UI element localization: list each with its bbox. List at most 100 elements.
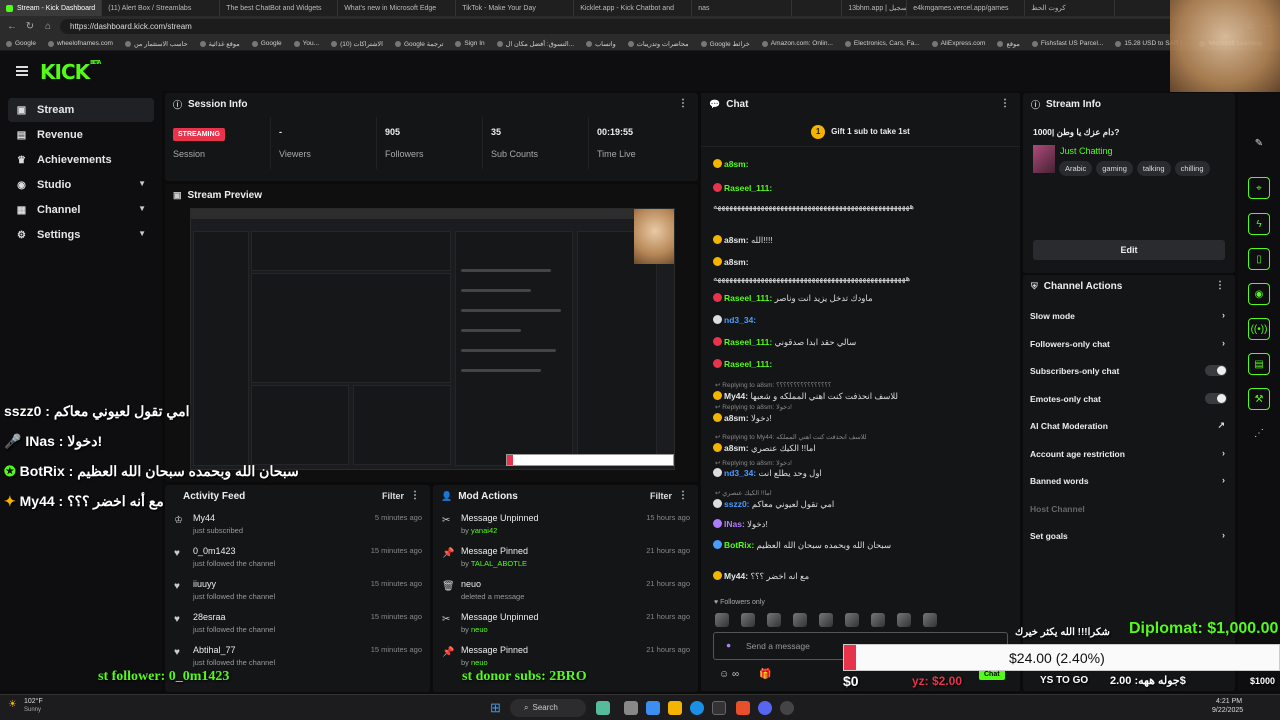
- taskbar-search[interactable]: ⌕ Search: [510, 699, 586, 717]
- channel-action-subscribers-only-chat[interactable]: Subscribers-only chat: [1023, 358, 1235, 386]
- sidebar-item-stream[interactable]: ▣ Stream: [8, 98, 154, 122]
- channel-action-slow-mode[interactable]: Slow mode ›: [1023, 303, 1235, 331]
- kebab-menu-icon[interactable]: ⋮: [1000, 98, 1010, 109]
- chat-message[interactable]: nd3_34:: [713, 315, 1013, 325]
- chat-message[interactable]: a8sm:: [713, 257, 1013, 267]
- chat-message[interactable]: a8sm: دخولا!: [713, 413, 1013, 424]
- avatar[interactable]: [741, 613, 755, 627]
- tag[interactable]: talking: [1136, 161, 1171, 176]
- toggle-switch[interactable]: [1205, 392, 1227, 404]
- browser-tab[interactable]: 13bhm.app | تسجيل: [842, 0, 908, 16]
- filter-button[interactable]: Filter: [650, 491, 672, 501]
- chat-message[interactable]: INas: دخولا!: [713, 519, 1013, 530]
- avatar[interactable]: [871, 613, 885, 627]
- pencil-icon[interactable]: ✎: [1248, 133, 1270, 155]
- toggle-switch[interactable]: [1205, 365, 1227, 376]
- bookmark-item[interactable]: Fishsfast US Parcel...: [1031, 40, 1103, 47]
- document-icon[interactable]: ▯: [1248, 248, 1270, 270]
- chat-message[interactable]: a8sm:: [713, 159, 1013, 169]
- focus-icon[interactable]: ⌖: [1248, 177, 1270, 199]
- chat-message[interactable]: هههههههههههههههههههههههههههههههههههههههه…: [713, 201, 1013, 212]
- sidebar-item-revenue[interactable]: ▤ Revenue: [8, 123, 154, 147]
- bookmark-item[interactable]: التسوق: أفضل مكان ال...: [496, 40, 574, 48]
- share-icon[interactable]: ⋰: [1248, 423, 1270, 445]
- avatar[interactable]: [767, 613, 781, 627]
- bookmark-item[interactable]: Amazon.com: Onlin...: [761, 40, 833, 47]
- bookmark-item[interactable]: Electronics, Cars, Fa...: [844, 40, 920, 47]
- channel-action-ai-chat-moderation[interactable]: AI Chat Moderation ↗: [1023, 413, 1235, 441]
- kebab-menu-icon[interactable]: ⋮: [1215, 280, 1225, 291]
- sidebar-item-studio[interactable]: ◉ Studio ▼: [8, 173, 154, 197]
- channel-action-account-age-restriction[interactable]: Account age restriction ›: [1023, 441, 1235, 469]
- folder-icon[interactable]: [668, 701, 682, 715]
- chat-message[interactable]: a8sm: الله!!!!: [713, 235, 1013, 246]
- bookmark-item[interactable]: موقع: [997, 40, 1020, 48]
- chat-message[interactable]: هههههههههههههههههههههههههههههههههههههههه…: [713, 273, 1013, 284]
- wrench-icon[interactable]: ⚒: [1248, 388, 1270, 410]
- tag[interactable]: Arabic: [1059, 161, 1093, 176]
- category-link[interactable]: Just Chatting: [1060, 146, 1113, 156]
- chat-message[interactable]: My44: مع انه اخضر ؟؟؟: [713, 571, 1013, 582]
- bookmark-item[interactable]: Google: [251, 40, 282, 47]
- bookmark-item[interactable]: Google خرائط: [700, 40, 750, 48]
- browser-tab[interactable]: (11) Alert Box / Streamlabs: [102, 0, 221, 16]
- app-icon[interactable]: [624, 701, 638, 715]
- discord-icon[interactable]: [758, 701, 772, 715]
- bookmark-item[interactable]: wheelofnames.com: [47, 40, 113, 47]
- avatar[interactable]: [923, 613, 937, 627]
- app-icon[interactable]: [596, 701, 610, 715]
- lightning-icon[interactable]: ϟ: [1248, 213, 1270, 235]
- browser-tab[interactable]: The best ChatBot and Widgets: [220, 0, 339, 16]
- edge-icon[interactable]: [690, 701, 704, 715]
- sidebar-item-settings[interactable]: ⚙ Settings ▼: [8, 223, 154, 247]
- bookmark-item[interactable]: AliExpress.com: [931, 40, 985, 47]
- bookmark-item[interactable]: Google ترجمة: [394, 40, 443, 48]
- hamburger-menu-icon[interactable]: [16, 66, 28, 76]
- channel-action-followers-only-chat[interactable]: Followers-only chat ›: [1023, 331, 1235, 359]
- chat-message[interactable]: Raseel_111: سالي حقد ابدا صدقوني: [713, 337, 1013, 348]
- bookmark-item[interactable]: محاضرات وتدريبات: [627, 40, 689, 48]
- sidebar-item-channel[interactable]: ▦ Channel ▼: [8, 198, 154, 222]
- back-icon[interactable]: ←: [6, 21, 18, 32]
- bookmark-item[interactable]: Google: [6, 40, 36, 47]
- chat-bubble-icon[interactable]: ◉: [1248, 283, 1270, 305]
- edit-stream-info-button[interactable]: Edit: [1033, 240, 1225, 260]
- chat-message[interactable]: sszz0: امي تقول لعيوني معاكم: [713, 499, 1013, 510]
- mod-action-row[interactable]: ✂ Message Unpinned by neuo 21 hours ago: [433, 606, 698, 639]
- activity-row[interactable]: ♥ 28esraa just followed the channel 15 minu…: [165, 606, 430, 639]
- browser-tab[interactable]: Stream - Kick Dashboard: [0, 0, 103, 16]
- avatar[interactable]: [845, 613, 859, 627]
- browser-tab[interactable]: What's new in Microsoft Edge: [338, 0, 457, 16]
- activity-row[interactable]: ♥ Abtihal_77 just followed the channel 15 m…: [165, 639, 430, 672]
- avatar[interactable]: [715, 613, 729, 627]
- browser-tab[interactable]: TikTok - Make Your Day: [456, 0, 575, 16]
- browser-tab[interactable]: nas: [692, 0, 793, 16]
- kebab-menu-icon[interactable]: ⋮: [678, 98, 688, 109]
- chat-message[interactable]: a8sm: اما!! الكيك عنصري: [713, 443, 1013, 454]
- channel-action-banned-words[interactable]: Banned words ›: [1023, 468, 1235, 496]
- activity-row[interactable]: ♥ iiuuyy just followed the channel 15 minut…: [165, 573, 430, 606]
- activity-row[interactable]: ♥ 0_0m1423 just followed the channel 15 min…: [165, 540, 430, 573]
- tag[interactable]: chilling: [1174, 161, 1210, 176]
- bookmark-item[interactable]: الاشتراكات (10): [331, 40, 383, 48]
- chat-message[interactable]: Raseel_111:: [713, 183, 1013, 193]
- bookmark-item[interactable]: حاسب الاستثمار من: [124, 40, 188, 48]
- bookmark-item[interactable]: You...: [293, 40, 319, 47]
- home-icon[interactable]: ⌂: [42, 21, 54, 32]
- browser-tab[interactable]: كروت الحظ: [1025, 0, 1116, 16]
- bookmark-item[interactable]: واتساب: [586, 40, 616, 48]
- browser-tab[interactable]: Kicklet.app - Kick Chatbot and: [574, 0, 693, 16]
- kick-logo[interactable]: KICKBETA: [40, 60, 101, 84]
- obs-icon[interactable]: [780, 701, 794, 715]
- chat-message[interactable]: My44: للاسف انحذفت كنت اهني المملكه و شع…: [713, 391, 1013, 402]
- channel-action-emotes-only-chat[interactable]: Emotes-only chat: [1023, 386, 1235, 414]
- tag[interactable]: gaming: [1096, 161, 1133, 176]
- avatar[interactable]: [819, 613, 833, 627]
- weather-icon[interactable]: ☀: [8, 699, 17, 710]
- gift-sub-banner[interactable]: 1 Gift 1 sub to take 1st: [701, 117, 1020, 147]
- refresh-icon[interactable]: ↻: [24, 21, 36, 32]
- chat-message[interactable]: Raseel_111: ماودك تدخل يزيد انت وناصر: [713, 293, 1013, 304]
- bookmark-item[interactable]: موقع غذائية: [199, 40, 240, 48]
- emote-icon[interactable]: ☺ ∞: [719, 669, 739, 680]
- bookmark-item[interactable]: Sign In: [455, 40, 485, 47]
